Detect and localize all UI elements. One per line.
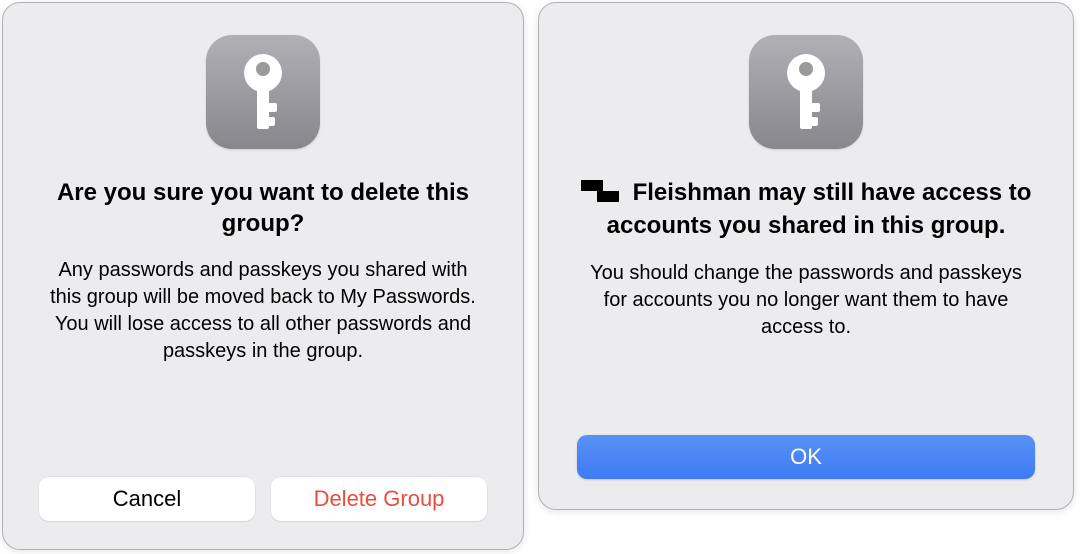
dialog-body: You should change the passwords and pass… — [575, 260, 1037, 341]
dialog-heading: Are you sure you want to delete this gro… — [39, 177, 487, 239]
ok-button[interactable]: OK — [577, 435, 1035, 479]
delete-group-button[interactable]: Delete Group — [271, 477, 487, 521]
key-icon — [776, 53, 836, 131]
heading-name: Fleishman — [633, 179, 752, 206]
dialog-body: Any passwords and passkeys you shared wi… — [39, 257, 487, 365]
redacted-icon — [581, 179, 619, 211]
cancel-button[interactable]: Cancel — [39, 477, 255, 521]
button-row: Cancel Delete Group — [39, 477, 487, 521]
button-row: OK — [575, 435, 1037, 481]
key-icon — [233, 53, 293, 131]
access-warning-dialog: Fleishman may still have access to accou… — [538, 2, 1074, 510]
passwords-app-icon — [206, 35, 320, 149]
delete-group-dialog: Are you sure you want to delete this gro… — [2, 2, 524, 550]
dialog-heading: Fleishman may still have access to accou… — [575, 177, 1037, 242]
passwords-app-icon — [749, 35, 863, 149]
